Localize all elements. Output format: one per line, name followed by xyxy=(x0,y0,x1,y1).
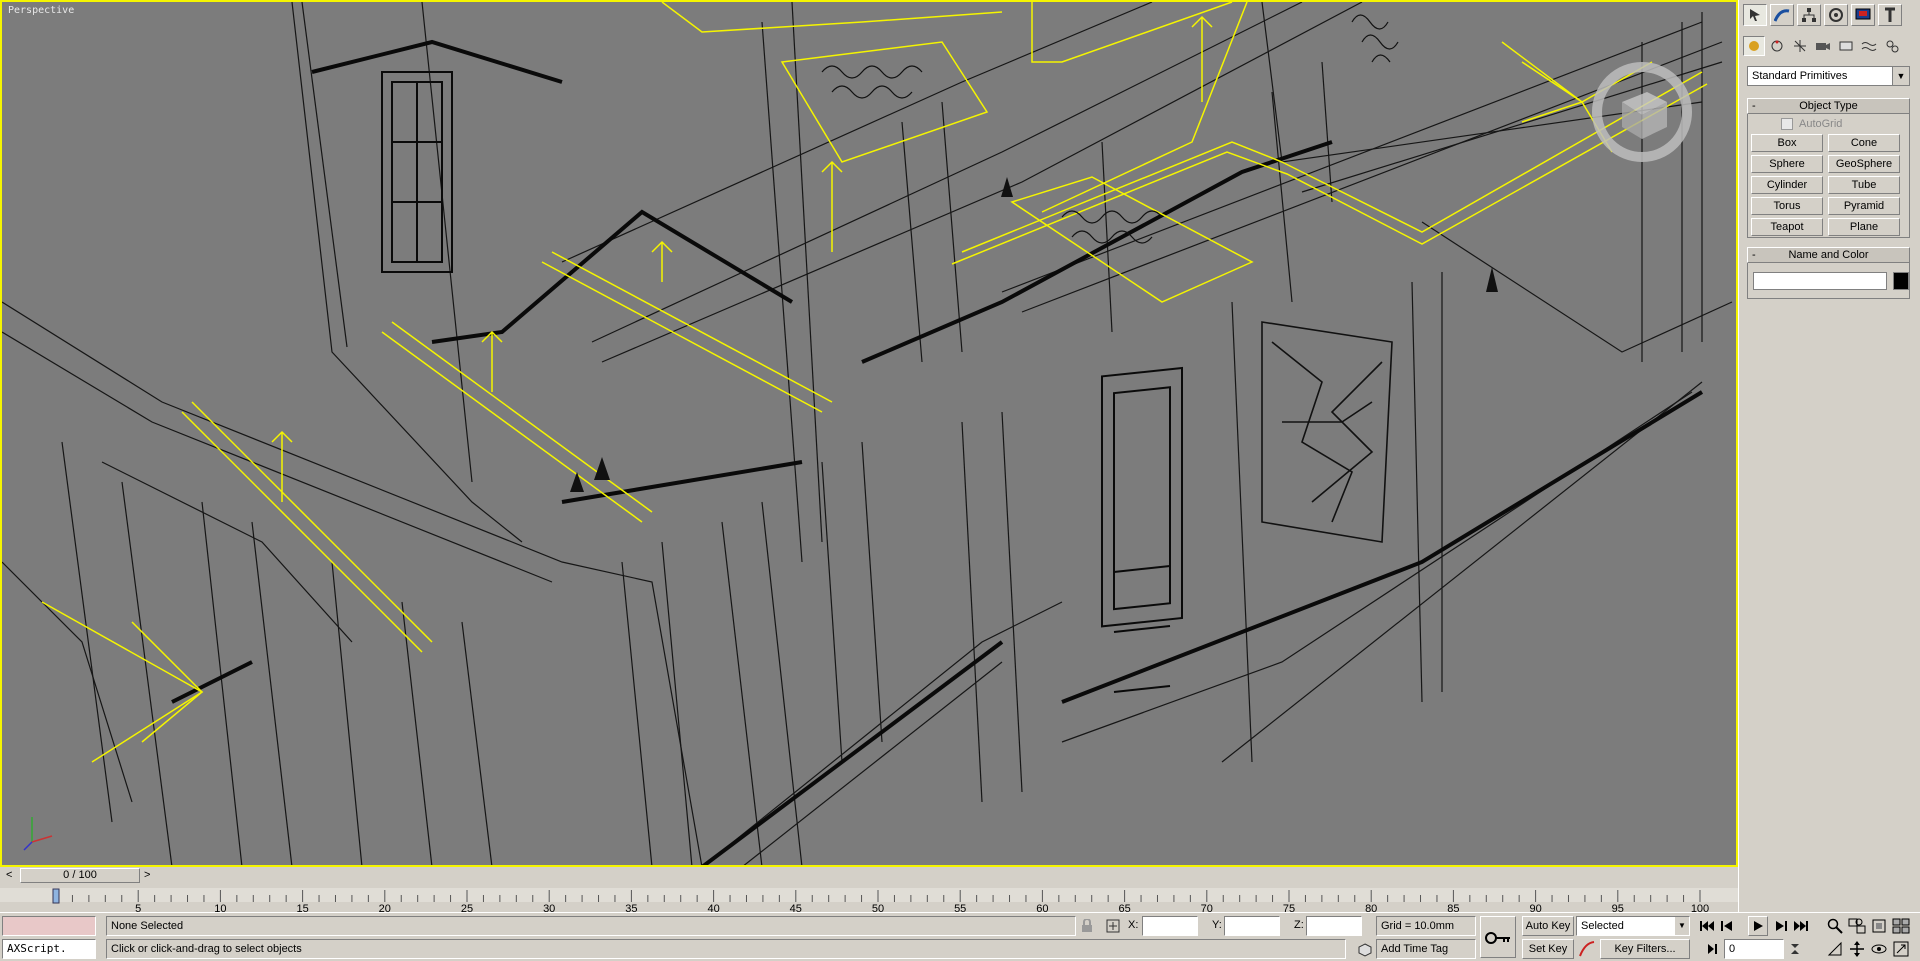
zoom-extents-all-icon[interactable] xyxy=(1892,917,1910,935)
selection-status: None Selected xyxy=(106,916,1076,936)
box-button[interactable]: Box xyxy=(1751,134,1823,152)
geometry-subtab-icon[interactable] xyxy=(1743,36,1765,56)
hierarchy-tab-icon[interactable] xyxy=(1797,4,1821,26)
cameras-subtab-icon[interactable] xyxy=(1812,36,1834,56)
axis-tripod-icon xyxy=(23,817,53,851)
display-tab-icon[interactable] xyxy=(1851,4,1875,26)
track-ruler[interactable]: 5 10 15 20 25 30 35 40 45 50 55 60 65 70 75 80 85 90 95 100 xyxy=(0,885,1738,913)
go-to-end-icon[interactable] xyxy=(1792,917,1810,935)
pan-icon[interactable] xyxy=(1848,940,1866,958)
wireframe-scene[interactable] xyxy=(2,2,1738,867)
zoom-all-icon[interactable] xyxy=(1848,917,1866,935)
track-bar[interactable]: 5 10 15 20 25 30 35 40 45 50 55 60 65 70 75 80 85 90 95 100 xyxy=(0,885,1738,913)
prompt-line: Click or click-and-drag to select object… xyxy=(106,939,1346,959)
time-tag-icon[interactable] xyxy=(1356,941,1374,959)
zoom-icon[interactable] xyxy=(1826,917,1844,935)
command-panel: Standard Primitives ▼ - Object Type Auto… xyxy=(1738,0,1920,912)
time-slider-next-arrow[interactable]: > xyxy=(144,869,150,881)
collapse-icon: - xyxy=(1752,100,1756,112)
name-color-title: Name and Color xyxy=(1788,249,1869,261)
motion-tab-icon[interactable] xyxy=(1824,4,1848,26)
command-panel-tabs xyxy=(1743,4,1902,26)
autogrid-label: AutoGrid xyxy=(1799,118,1843,130)
collapse-icon: - xyxy=(1752,249,1756,261)
x-label: X: xyxy=(1128,919,1139,931)
plane-button[interactable]: Plane xyxy=(1828,218,1900,236)
orbit-icon[interactable] xyxy=(1870,940,1888,958)
absolute-mode-icon[interactable] xyxy=(1104,917,1122,935)
z-coordinate-input[interactable] xyxy=(1306,916,1362,936)
field-of-view-icon[interactable] xyxy=(1826,940,1844,958)
viewcube-icon[interactable] xyxy=(1587,57,1697,167)
cone-button[interactable]: Cone xyxy=(1828,134,1900,152)
next-frame-icon[interactable] xyxy=(1772,917,1790,935)
maximize-viewport-icon[interactable] xyxy=(1892,940,1910,958)
space-warps-subtab-icon[interactable] xyxy=(1858,36,1880,56)
play-icon[interactable] xyxy=(1748,916,1768,936)
autogrid-checkbox-box[interactable] xyxy=(1781,118,1793,130)
category-dropdown-value: Standard Primitives xyxy=(1752,70,1848,82)
x-coordinate-input[interactable] xyxy=(1142,916,1198,936)
create-tab-icon[interactable] xyxy=(1743,4,1767,26)
grid-size-display: Grid = 10.0mm xyxy=(1376,916,1476,936)
lock-selection-icon[interactable] xyxy=(1078,917,1096,935)
key-filters-button[interactable]: Key Filters... xyxy=(1600,939,1690,959)
current-frame-marker[interactable] xyxy=(52,888,60,904)
perspective-viewport[interactable]: Perspective xyxy=(0,0,1738,867)
time-slider[interactable]: < 0 / 100 > xyxy=(0,867,1738,885)
chevron-down-icon[interactable]: ▼ xyxy=(1892,67,1909,85)
modify-tab-icon[interactable] xyxy=(1770,4,1794,26)
geosphere-button[interactable]: GeoSphere xyxy=(1828,155,1900,173)
set-keys-key-button[interactable] xyxy=(1480,916,1516,958)
create-subtabs xyxy=(1743,36,1903,56)
object-type-title: Object Type xyxy=(1799,100,1858,112)
key-tangent-icon[interactable] xyxy=(1578,940,1596,958)
maxscript-mini-listener[interactable]: AXScript. xyxy=(2,939,96,959)
previous-frame-icon[interactable] xyxy=(1718,917,1736,935)
lights-subtab-icon[interactable] xyxy=(1789,36,1811,56)
object-color-swatch[interactable] xyxy=(1893,272,1909,290)
category-dropdown[interactable]: Standard Primitives ▼ xyxy=(1747,66,1910,86)
autogrid-checkbox[interactable]: AutoGrid xyxy=(1781,118,1842,130)
name-color-rollout-header[interactable]: - Name and Color xyxy=(1747,247,1910,263)
maxscript-listener-pink[interactable] xyxy=(2,916,96,936)
object-type-rollout-header[interactable]: - Object Type xyxy=(1747,98,1910,114)
status-bar: AXScript. None Selected Click or click-a… xyxy=(0,912,1920,961)
chevron-down-icon[interactable]: ▼ xyxy=(1675,917,1689,935)
helpers-subtab-icon[interactable] xyxy=(1835,36,1857,56)
auto-key-button[interactable]: Auto Key xyxy=(1522,916,1574,936)
sphere-button[interactable]: Sphere xyxy=(1751,155,1823,173)
tube-button[interactable]: Tube xyxy=(1828,176,1900,194)
time-configuration-icon[interactable] xyxy=(1786,940,1804,958)
set-key-button[interactable]: Set Key xyxy=(1522,939,1574,959)
systems-subtab-icon[interactable] xyxy=(1881,36,1903,56)
y-label: Y: xyxy=(1212,919,1222,931)
zoom-extents-icon[interactable] xyxy=(1870,917,1888,935)
key-mode-dropdown[interactable]: Selected ▼ xyxy=(1576,916,1690,936)
go-to-start-icon[interactable] xyxy=(1698,917,1716,935)
utilities-tab-icon[interactable] xyxy=(1878,4,1902,26)
shapes-subtab-icon[interactable] xyxy=(1766,36,1788,56)
object-name-input[interactable] xyxy=(1753,272,1887,290)
current-frame-input[interactable] xyxy=(1724,939,1784,959)
torus-button[interactable]: Torus xyxy=(1751,197,1823,215)
time-slider-prev-arrow[interactable]: < xyxy=(6,869,12,881)
cylinder-button[interactable]: Cylinder xyxy=(1751,176,1823,194)
viewport-label[interactable]: Perspective xyxy=(8,5,74,16)
key-mode-toggle-icon[interactable] xyxy=(1706,940,1724,958)
teapot-button[interactable]: Teapot xyxy=(1751,218,1823,236)
track-ruler-background xyxy=(0,888,1738,902)
y-coordinate-input[interactable] xyxy=(1224,916,1280,936)
pyramid-button[interactable]: Pyramid xyxy=(1828,197,1900,215)
time-slider-thumb[interactable]: 0 / 100 xyxy=(20,868,140,883)
key-mode-value: Selected xyxy=(1581,920,1624,932)
add-time-tag-field[interactable]: Add Time Tag xyxy=(1376,939,1476,959)
z-label: Z: xyxy=(1294,919,1304,931)
